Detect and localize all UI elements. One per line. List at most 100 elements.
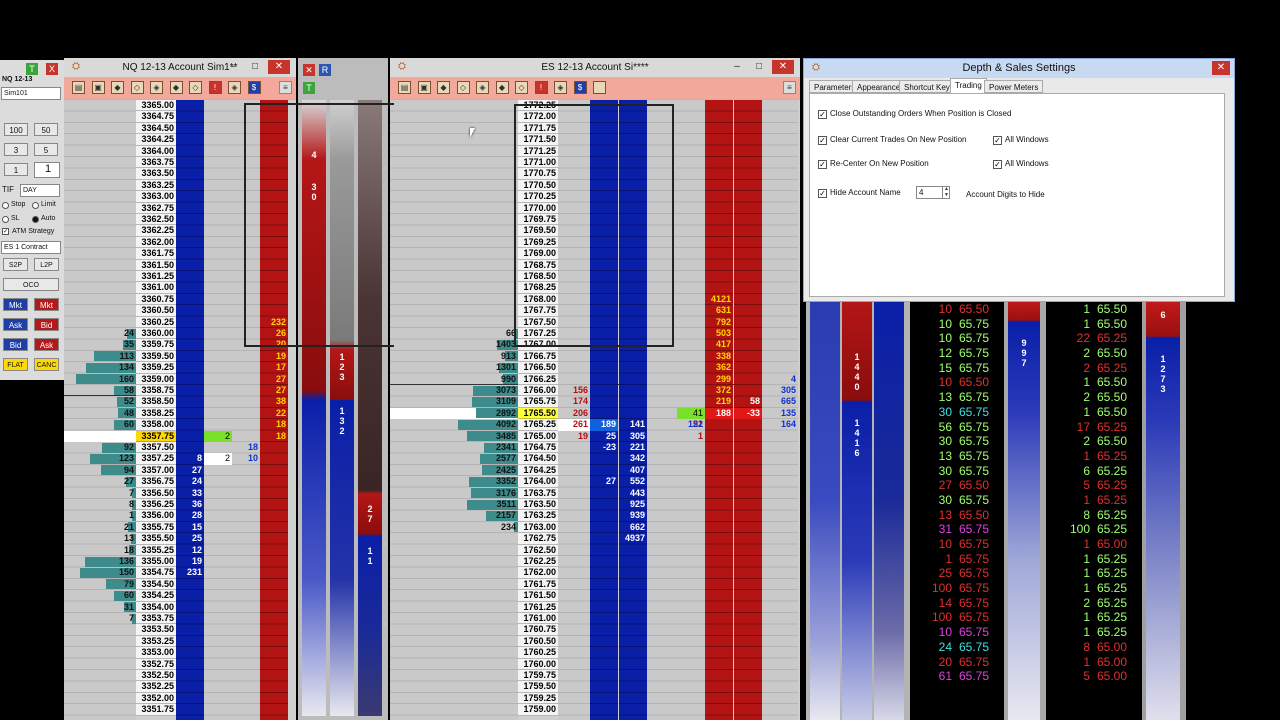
ask-volume-cell[interactable]: 939 <box>619 510 647 521</box>
recenter-all-windows-checkbox[interactable]: ✓ <box>993 160 1002 169</box>
ask-depth-cell[interactable]: 417 <box>705 339 733 350</box>
volume-cell[interactable]: 41 <box>677 407 705 420</box>
bid-volume-cell[interactable]: 52 <box>64 396 136 407</box>
price-cell[interactable]: 3352.75 <box>136 658 176 670</box>
cancel-all-button[interactable]: CANC <box>34 358 59 371</box>
minimize-icon[interactable]: – <box>726 60 748 74</box>
limit-radio[interactable] <box>32 202 39 209</box>
price-cell[interactable]: 1764.00 <box>518 476 558 488</box>
price-cell[interactable]: 1761.00 <box>518 613 558 625</box>
tab-trading[interactable]: Trading <box>950 78 987 94</box>
bid-depth-cell[interactable]: 305 <box>762 385 798 396</box>
bid-volume-cell[interactable]: 150 <box>64 567 136 578</box>
bid-volume-cell[interactable]: 27 <box>64 476 136 487</box>
tool-icon[interactable]: ◆ <box>111 81 124 94</box>
tool-icon[interactable]: ◇ <box>456 81 470 94</box>
bid-volume-cell[interactable]: 160 <box>64 374 136 385</box>
price-cell[interactable]: 3360.50 <box>136 305 176 317</box>
price-cell[interactable]: 3363.75 <box>136 157 176 169</box>
dollar-icon[interactable]: $ <box>247 81 261 94</box>
price-cell[interactable]: 1759.00 <box>518 704 558 716</box>
bid-volume-cell[interactable]: 234 <box>390 522 518 533</box>
hide-account-checkbox[interactable]: ✓ <box>818 189 827 198</box>
price-cell[interactable]: 3359.00 <box>136 373 176 385</box>
t-icon[interactable]: T <box>303 82 315 94</box>
price-cell[interactable]: 1765.25 <box>518 419 558 431</box>
price-cell[interactable]: 3356.25 <box>136 499 176 511</box>
tool-icon[interactable]: ◈ <box>476 81 489 94</box>
price-cell[interactable]: 3365.00 <box>136 100 176 112</box>
dollar-icon[interactable]: $ <box>573 81 587 94</box>
print-icon[interactable]: ▣ <box>417 81 431 94</box>
trade-cell[interactable]: 174 <box>558 396 590 407</box>
atm-strategy-checkbox[interactable]: ✓ <box>2 228 9 235</box>
price-cell[interactable]: 1760.50 <box>518 635 558 648</box>
qty-preset-1[interactable]: 1 <box>4 163 28 176</box>
ask-volume-cell[interactable]: 15 <box>176 522 204 533</box>
spinner-icon[interactable]: ▲ ▼ <box>942 186 950 199</box>
save-icon[interactable]: ▤ <box>398 81 411 94</box>
price-cell[interactable]: 3358.25 <box>136 407 176 420</box>
price-cell[interactable]: 3352.25 <box>136 681 176 693</box>
bid-depth-cell[interactable]: 135 <box>762 408 798 419</box>
bid-depth-cell[interactable]: 164 <box>762 419 798 430</box>
account-select[interactable]: Sim101 <box>1 87 61 100</box>
price-cell[interactable]: 3354.50 <box>136 578 176 591</box>
bid-volume-cell[interactable]: 94 <box>64 465 136 476</box>
tool-icon[interactable] <box>593 81 606 94</box>
ask-depth-cell[interactable]: 792 <box>705 317 733 328</box>
recenter-checkbox[interactable]: ✓ <box>818 160 827 169</box>
price-cell[interactable]: 1760.25 <box>518 647 558 659</box>
l2p-button[interactable]: L2P <box>34 258 59 271</box>
ask-volume-cell[interactable]: -23 <box>590 442 618 453</box>
qty-preset-100[interactable]: 100 <box>4 123 28 136</box>
price-cell[interactable]: 3353.00 <box>136 647 176 659</box>
price-cell[interactable]: 3362.25 <box>136 225 176 237</box>
flatten-button[interactable]: FLAT <box>3 358 28 371</box>
price-cell[interactable]: 3353.50 <box>136 624 176 636</box>
bid-volume-cell[interactable]: 3109 <box>390 396 518 407</box>
close-icon[interactable]: ✕ <box>1212 61 1230 75</box>
price-cell[interactable]: 3360.25 <box>136 316 176 328</box>
price-cell[interactable]: 3357.00 <box>136 464 176 477</box>
sell-ask-button[interactable]: Ask <box>34 338 59 351</box>
price-cell[interactable]: 3364.25 <box>136 134 176 146</box>
ask-volume-cell[interactable]: 231 <box>176 567 204 578</box>
ask-depth-cell[interactable]: 22 <box>260 408 288 419</box>
qty-preset-3[interactable]: 3 <box>4 143 28 156</box>
price-cell[interactable]: 1766.75 <box>518 350 558 363</box>
price-cell[interactable]: 1759.50 <box>518 681 558 693</box>
bid-volume-cell[interactable]: 2157 <box>390 510 518 521</box>
es-ask-depth-column[interactable]: 4121 631 792 503 417 338 362 299 372 219 188 <box>705 100 733 720</box>
bid-volume-cell[interactable]: 123 <box>64 453 136 464</box>
bid-volume-cell[interactable]: 136 <box>64 556 136 567</box>
price-cell[interactable]: 3356.50 <box>136 487 176 499</box>
s2p-button[interactable]: S2P <box>3 258 28 271</box>
tool-icon[interactable]: ◇ <box>515 81 528 94</box>
ask-volume-cell[interactable]: 141 <box>619 419 647 430</box>
bid-volume-cell[interactable]: 3073 <box>390 385 518 396</box>
ask-volume-cell[interactable]: 221 <box>619 442 647 453</box>
bid-volume-cell[interactable]: 8 <box>64 499 136 510</box>
maximize-icon[interactable]: □ <box>244 60 266 74</box>
trade-cell[interactable]: 19 <box>558 431 590 442</box>
price-cell[interactable]: 3363.25 <box>136 179 176 192</box>
ask-volume-cell[interactable]: 24 <box>176 476 204 487</box>
price-cell[interactable]: 3353.75 <box>136 613 176 625</box>
stop-radio[interactable] <box>2 202 9 209</box>
menu-icon[interactable]: ≡ <box>279 81 292 94</box>
bid-volume-cell[interactable]: 35 <box>64 339 136 350</box>
price-cell[interactable]: 1761.25 <box>518 601 558 613</box>
ask-depth-cell[interactable]: 27 <box>260 374 288 385</box>
price-cell[interactable]: 3351.75 <box>136 704 176 716</box>
price-cell[interactable]: 3357.50 <box>136 442 176 454</box>
price-cell[interactable]: 3361.25 <box>136 271 176 283</box>
price-cell[interactable]: 3363.00 <box>136 191 176 203</box>
ask-volume-cell[interactable]: 189 <box>590 419 618 431</box>
ask-depth-cell[interactable]: 362 <box>705 362 733 373</box>
price-cell[interactable]: 3355.75 <box>136 521 176 534</box>
ask-depth-cell[interactable]: -33 <box>734 407 762 420</box>
nq-ask-volume-column[interactable]: 8 27 24 33 36 28 15 25 12 19 231 <box>176 100 204 720</box>
bid-volume-cell[interactable]: 21 <box>64 522 136 533</box>
price-cell[interactable]: 1766.25 <box>518 373 558 385</box>
